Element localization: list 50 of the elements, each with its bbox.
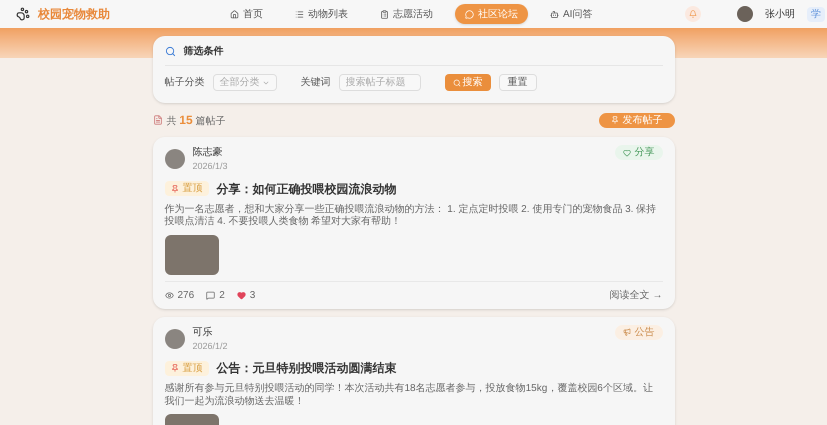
document-icon [152, 115, 162, 125]
keyword-label: 关键词 [300, 76, 330, 90]
pinned-tag: 置顶 [164, 181, 208, 196]
role-tag: 学 [807, 6, 825, 22]
like-count: 3 [236, 288, 256, 302]
robot-icon [550, 10, 559, 18]
reset-button[interactable]: 重置 [498, 74, 536, 91]
author-name: 可乐 [192, 326, 214, 340]
post-excerpt: 感谢所有参与元旦特别投喂活动的同学！本次活动共有18名志愿者参与，投放食物15kg，覆盖校园6个区域。让我们一起为流浪动物送去温暖！ [164, 383, 654, 408]
clipboard-icon [380, 10, 389, 18]
chat-bubble-icon [465, 10, 474, 18]
house-icon [230, 10, 239, 18]
avatar [164, 149, 184, 170]
pin-icon [610, 116, 618, 124]
paw-icon [16, 7, 30, 21]
post-count: 共 15 篇帖子 [166, 112, 226, 129]
photo-placeholder [164, 234, 218, 274]
nav-tab[interactable]: 志愿活动 [370, 4, 443, 24]
view-count: 276 [164, 288, 194, 302]
avatar [164, 328, 184, 349]
comment-count: 2 [206, 288, 225, 302]
post-title[interactable]: 分享：如何正确投喂校园流浪动物 [216, 180, 396, 198]
category-label: 帖子分类 [164, 76, 204, 90]
post-date: 2026/1/3 [192, 160, 228, 173]
nav-tab[interactable]: 首页 [220, 4, 273, 24]
filter-title: 筛选条件 [184, 44, 224, 59]
category-tag: 分享 [614, 145, 662, 160]
search-icon [452, 78, 460, 86]
user-name: 张小明 [765, 8, 795, 22]
pin-icon [170, 364, 178, 372]
pin-icon [170, 184, 178, 192]
nav-tab[interactable]: AI问答 [540, 4, 602, 24]
category-icon [622, 328, 630, 336]
search-icon [164, 46, 176, 57]
category-icon [622, 148, 630, 156]
user-avatar[interactable] [737, 6, 753, 22]
read-more-link[interactable]: 阅读全文 → [610, 288, 662, 302]
keyword-input[interactable]: 搜索帖子标题 [338, 74, 420, 91]
nav-tab[interactable]: 动物列表 [285, 4, 358, 24]
category-tag: 公告 [614, 324, 662, 340]
pinned-tag: 置顶 [164, 360, 208, 376]
bell-icon [689, 10, 697, 18]
post-date: 2026/1/2 [192, 340, 228, 352]
author-name: 陈志豪 [192, 146, 224, 160]
list-icon [295, 10, 304, 18]
post-title[interactable]: 公告：元旦特别投喂活动圆满结束 [216, 359, 396, 377]
eye-icon [164, 290, 174, 300]
heart-icon [236, 290, 246, 300]
post-excerpt: 作为一名志愿者，想和大家分享一些正确投喂流浪动物的方法： 1. 定点定时投喂 2. 使用专门的宠物食品 3. 保持投喂点清洁 4. 不要投喂人类食物 希望对大家有帮助！ [164, 204, 658, 228]
comment-icon [206, 290, 216, 300]
